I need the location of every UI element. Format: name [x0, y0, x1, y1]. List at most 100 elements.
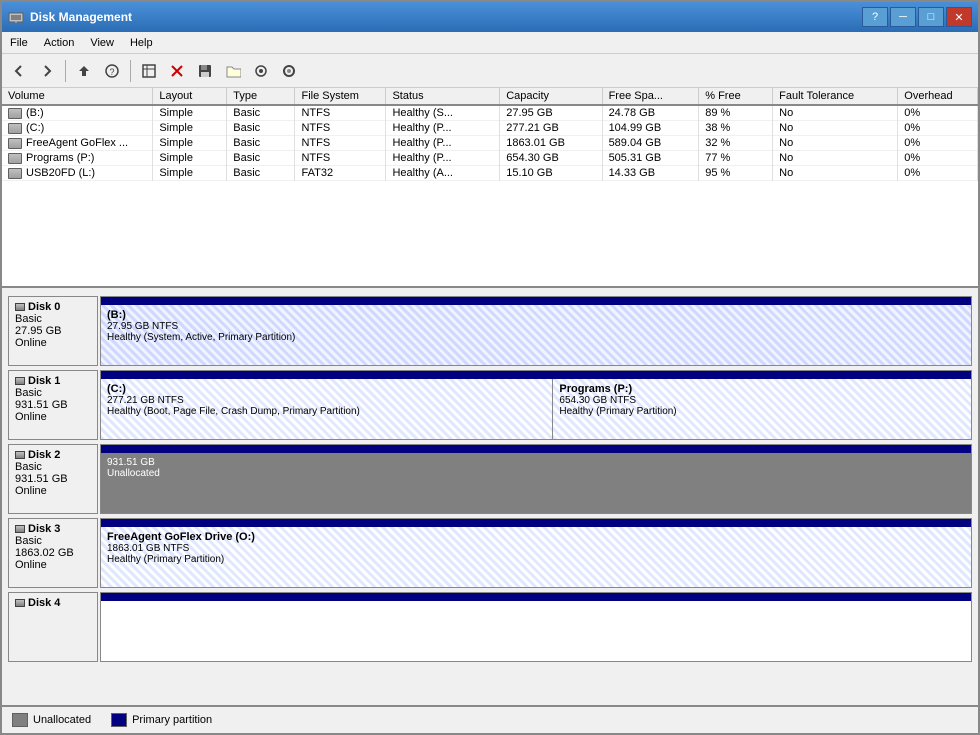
menu-view[interactable]: View	[82, 35, 122, 51]
close-button[interactable]: ✕	[946, 7, 972, 27]
settings-button[interactable]	[276, 58, 302, 84]
partition[interactable]: Programs (P:)654.30 GB NTFSHealthy (Prim…	[553, 379, 971, 439]
disk-map-header	[101, 371, 971, 379]
col-status[interactable]: Status	[386, 88, 500, 105]
disk-small-icon	[15, 451, 25, 459]
disk-map: FreeAgent GoFlex Drive (O:)1863.01 GB NT…	[100, 518, 972, 588]
legend-unalloc-box	[12, 713, 28, 727]
cell-pct: 89 %	[699, 105, 773, 121]
window-icon	[8, 9, 24, 25]
col-capacity[interactable]: Capacity	[500, 88, 602, 105]
partition[interactable]: FreeAgent GoFlex Drive (O:)1863.01 GB NT…	[101, 527, 971, 587]
cell-layout: Simple	[153, 166, 227, 181]
window-controls: ? ─ □ ✕	[862, 7, 972, 27]
main-content: Volume Layout Type File System Status Ca…	[2, 88, 978, 733]
disk-map: (C:)277.21 GB NTFSHealthy (Boot, Page Fi…	[100, 370, 972, 440]
disk-map	[100, 592, 972, 662]
col-overhead[interactable]: Overhead	[898, 88, 978, 105]
cell-capacity: 1863.01 GB	[500, 136, 602, 151]
cell-fs: NTFS	[295, 105, 386, 121]
col-type[interactable]: Type	[227, 88, 295, 105]
minimize-button[interactable]: ─	[890, 7, 916, 27]
disk-map-header	[101, 593, 971, 601]
partition-name: FreeAgent GoFlex Drive (O:)	[107, 531, 965, 543]
table-row[interactable]: USB20FD (L:)SimpleBasicFAT32Healthy (A..…	[2, 166, 978, 181]
drive-icon	[8, 108, 22, 119]
cell-layout: Simple	[153, 151, 227, 166]
cell-volume: Programs (P:)	[2, 151, 153, 166]
table-row[interactable]: (C:)SimpleBasicNTFSHealthy (P...277.21 G…	[2, 121, 978, 136]
cell-status: Healthy (P...	[386, 136, 500, 151]
properties-button[interactable]	[248, 58, 274, 84]
disk-map-body: 931.51 GBUnallocated	[101, 453, 971, 513]
cell-volume: (B:)	[2, 105, 153, 121]
col-free[interactable]: Free Spa...	[602, 88, 699, 105]
disk-name: Disk 4	[15, 597, 91, 609]
table-row[interactable]: (B:)SimpleBasicNTFSHealthy (S...27.95 GB…	[2, 105, 978, 121]
col-layout[interactable]: Layout	[153, 88, 227, 105]
cell-capacity: 277.21 GB	[500, 121, 602, 136]
col-volume[interactable]: Volume	[2, 88, 153, 105]
cell-free: 505.31 GB	[602, 151, 699, 166]
partition[interactable]: (C:)277.21 GB NTFSHealthy (Boot, Page Fi…	[101, 379, 553, 439]
restore-button[interactable]: □	[918, 7, 944, 27]
cell-status: Healthy (A...	[386, 166, 500, 181]
cell-type: Basic	[227, 136, 295, 151]
cell-pct: 32 %	[699, 136, 773, 151]
volume-table: Volume Layout Type File System Status Ca…	[2, 88, 978, 181]
disk-row: Disk 2Basic931.51 GBOnline931.51 GBUnall…	[8, 444, 972, 514]
save-button[interactable]	[192, 58, 218, 84]
col-fs[interactable]: File System	[295, 88, 386, 105]
cell-fs: NTFS	[295, 136, 386, 151]
drive-icon	[8, 138, 22, 149]
partition-info: Healthy (System, Active, Primary Partiti…	[107, 332, 965, 343]
back-button[interactable]	[6, 58, 32, 84]
cell-overhead: 0%	[898, 121, 978, 136]
main-window: Disk Management ? ─ □ ✕ File Action View…	[0, 0, 980, 735]
menu-file[interactable]: File	[2, 35, 36, 51]
up-button[interactable]	[71, 58, 97, 84]
delete-button[interactable]	[164, 58, 190, 84]
cell-free: 14.33 GB	[602, 166, 699, 181]
disk-map-body: (C:)277.21 GB NTFSHealthy (Boot, Page Fi…	[101, 379, 971, 439]
help-toolbar-button[interactable]: ?	[99, 58, 125, 84]
show-button[interactable]	[136, 58, 162, 84]
disk-status: Online	[15, 559, 91, 571]
table-row[interactable]: Programs (P:)SimpleBasicNTFSHealthy (P..…	[2, 151, 978, 166]
col-pct[interactable]: % Free	[699, 88, 773, 105]
col-fault[interactable]: Fault Tolerance	[773, 88, 898, 105]
forward-button[interactable]	[34, 58, 60, 84]
disk-size: 1863.02 GB	[15, 547, 91, 559]
legend-primary: Primary partition	[111, 713, 212, 727]
open-button[interactable]	[220, 58, 246, 84]
cell-capacity: 27.95 GB	[500, 105, 602, 121]
disk-map: 931.51 GBUnallocated	[100, 444, 972, 514]
window-title: Disk Management	[30, 10, 862, 24]
disk-name: Disk 2	[15, 449, 91, 461]
cell-type: Basic	[227, 121, 295, 136]
partition[interactable]: 931.51 GBUnallocated	[101, 453, 971, 513]
separator-1	[65, 60, 66, 82]
disk-map-body	[101, 601, 971, 661]
cell-type: Basic	[227, 105, 295, 121]
menu-action[interactable]: Action	[36, 35, 83, 51]
cell-overhead: 0%	[898, 151, 978, 166]
cell-volume: USB20FD (L:)	[2, 166, 153, 181]
volume-table-section: Volume Layout Type File System Status Ca…	[2, 88, 978, 288]
disk-map-body: (B:)27.95 GB NTFSHealthy (System, Active…	[101, 305, 971, 365]
partition[interactable]: (B:)27.95 GB NTFSHealthy (System, Active…	[101, 305, 971, 365]
cell-type: Basic	[227, 166, 295, 181]
cell-fault: No	[773, 105, 898, 121]
help-button[interactable]: ?	[862, 7, 888, 27]
svg-text:?: ?	[109, 67, 114, 77]
table-row[interactable]: FreeAgent GoFlex ...SimpleBasicNTFSHealt…	[2, 136, 978, 151]
disk-status: Online	[15, 485, 91, 497]
menu-help[interactable]: Help	[122, 35, 161, 51]
disk-map-header	[101, 519, 971, 527]
disk-size: 27.95 GB	[15, 325, 91, 337]
cell-overhead: 0%	[898, 136, 978, 151]
cell-overhead: 0%	[898, 105, 978, 121]
disk-name: Disk 1	[15, 375, 91, 387]
cell-free: 104.99 GB	[602, 121, 699, 136]
partition-size: 931.51 GB	[107, 457, 965, 468]
